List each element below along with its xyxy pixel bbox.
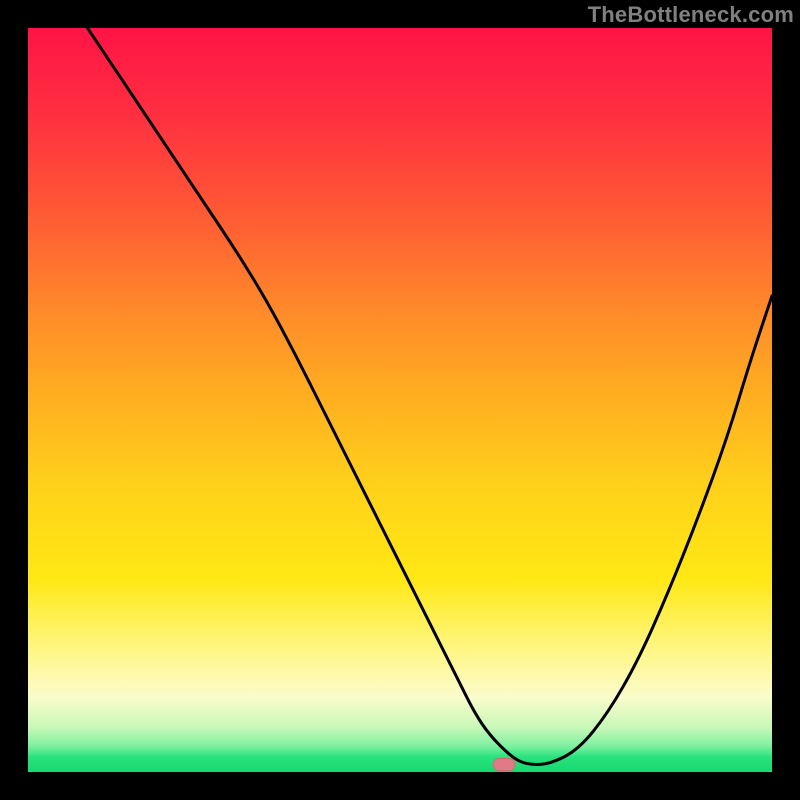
watermark-text: TheBottleneck.com — [588, 2, 794, 28]
optimal-point-marker — [493, 759, 515, 771]
gradient-background — [28, 28, 772, 772]
chart-svg — [28, 28, 772, 772]
chart-frame: TheBottleneck.com — [0, 0, 800, 800]
plot-area — [28, 28, 772, 772]
